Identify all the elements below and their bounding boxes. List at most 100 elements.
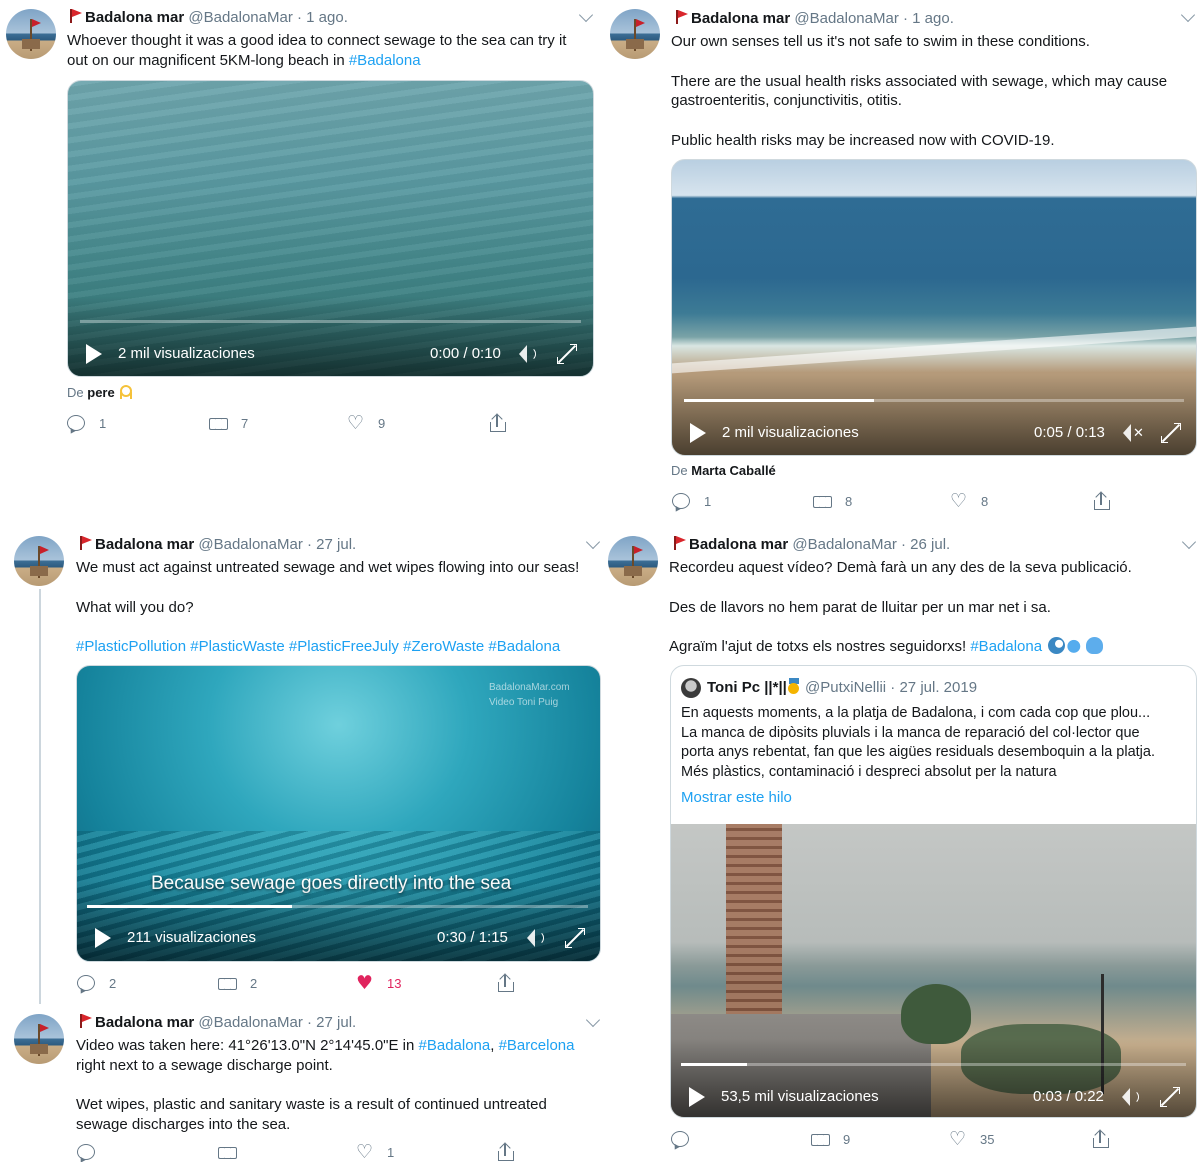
user-handle[interactable]: @BadalonaMar	[188, 9, 292, 26]
hashtag-link[interactable]: #Badalona	[349, 52, 421, 69]
share-button[interactable]	[496, 1142, 514, 1162]
tweet-text-line: Wet wipes, plastic and sanitary waste is…	[76, 1096, 547, 1114]
hashtag-link[interactable]: #PlasticPollution	[76, 638, 186, 655]
view-count: 211 visualizaciones	[127, 929, 256, 946]
avatar[interactable]	[14, 1014, 64, 1064]
tweet-text-fragment: out on our magnificent 5KM-long beach in	[67, 51, 349, 69]
retweet-button[interactable]: 2	[216, 973, 257, 993]
avatar[interactable]	[608, 536, 658, 586]
avatar[interactable]	[681, 678, 701, 698]
hashtag-link[interactable]: #PlasticWaste	[190, 638, 284, 655]
video-progress-bar[interactable]	[87, 905, 588, 908]
display-name[interactable]: Badalona mar	[95, 536, 194, 553]
volume-muted-icon[interactable]: ✕	[1119, 423, 1144, 443]
red-flag-icon	[69, 9, 82, 23]
video-player[interactable]: BadalonaMar.com Video Toni Puig Because …	[76, 665, 601, 962]
play-icon[interactable]	[86, 344, 102, 364]
display-name[interactable]: Badalona mar	[689, 536, 788, 553]
video-progress-bar[interactable]	[684, 399, 1184, 402]
like-button[interactable]: ♥ 13	[356, 973, 402, 993]
chevron-down-icon[interactable]	[585, 1012, 601, 1028]
retweet-button[interactable]: 7	[207, 413, 248, 433]
retweet-button[interactable]: 8	[811, 491, 852, 511]
user-handle[interactable]: @BadalonaMar	[794, 10, 898, 27]
timestamp[interactable]: 1 ago.	[912, 10, 954, 27]
tweet-text-fragment: Video was taken here: 41°26'13.0"N 2°14'…	[76, 1037, 419, 1054]
hashtag-link[interactable]: #ZeroWaste	[403, 638, 484, 655]
video-attribution: De pere	[67, 385, 132, 400]
avatar[interactable]	[6, 9, 56, 59]
video-progress-bar[interactable]	[681, 1063, 1186, 1066]
display-name[interactable]: Toni Pc ||*||	[707, 679, 787, 696]
display-name[interactable]: Badalona mar	[691, 10, 790, 27]
user-handle[interactable]: @BadalonaMar	[198, 536, 302, 553]
separator: ·	[901, 536, 906, 553]
attribution-name[interactable]: pere	[87, 385, 114, 400]
play-icon[interactable]	[690, 423, 706, 443]
video-time: 0:03 / 0:22	[1033, 1088, 1104, 1105]
chevron-down-icon[interactable]	[1181, 534, 1197, 550]
tweet-text-line: Video was taken here: 41°26'13.0"N 2°14'…	[76, 1036, 596, 1056]
tweet-text-line: out on our magnificent 5KM-long beach in…	[67, 51, 597, 71]
reply-button[interactable]: 1	[67, 413, 106, 433]
reply-button[interactable]: 1	[672, 491, 711, 511]
play-icon[interactable]	[95, 928, 111, 948]
video-progress-bar[interactable]	[80, 320, 581, 323]
share-button[interactable]	[1092, 491, 1110, 511]
reply-button[interactable]: 2	[77, 973, 116, 993]
avatar[interactable]	[14, 536, 64, 586]
chevron-down-icon[interactable]	[578, 7, 594, 23]
tweet-text-line: There are the usual health risks associa…	[671, 72, 1168, 90]
dolphin-icon	[1067, 637, 1085, 655]
hashtag-link[interactable]: #Badalona	[419, 1037, 491, 1054]
like-button[interactable]: ♡ 9	[347, 413, 385, 433]
fullscreen-icon[interactable]	[557, 344, 577, 364]
display-name[interactable]: Badalona mar	[95, 1014, 194, 1031]
user-handle[interactable]: @BadalonaMar	[198, 1014, 302, 1031]
like-button[interactable]: ♡ 35	[949, 1129, 995, 1149]
tweet-header: Badalona mar @BadalonaMar · 27 jul.	[79, 1013, 356, 1033]
tweet-text-line: What will you do?	[76, 598, 194, 616]
timestamp[interactable]: 27 jul.	[316, 536, 356, 553]
share-button[interactable]	[1091, 1129, 1109, 1149]
display-name[interactable]: Badalona mar	[85, 9, 184, 26]
play-icon[interactable]	[689, 1087, 705, 1107]
volume-icon[interactable]	[515, 344, 539, 364]
fullscreen-icon[interactable]	[1160, 1087, 1180, 1107]
volume-icon[interactable]	[1118, 1087, 1142, 1107]
quoted-tweet[interactable]: Toni Pc ||*|| @PutxiNellii · 27 jul. 201…	[670, 665, 1197, 1118]
reply-button[interactable]	[77, 1142, 109, 1162]
user-handle[interactable]: @PutxiNellii	[805, 679, 886, 696]
hashtag-link[interactable]: #Badalona	[970, 638, 1042, 655]
hashtag-link[interactable]: #Barcelona	[499, 1037, 575, 1054]
show-thread-link[interactable]: Mostrar este hilo	[681, 788, 792, 808]
fullscreen-icon[interactable]	[565, 928, 585, 948]
user-handle[interactable]: @BadalonaMar	[792, 536, 896, 553]
timestamp[interactable]: 27 jul. 2019	[899, 679, 977, 696]
chevron-down-icon[interactable]	[1180, 7, 1196, 23]
fullscreen-icon[interactable]	[1161, 423, 1181, 443]
like-button[interactable]: ♡ 8	[950, 491, 988, 511]
timestamp[interactable]: 1 ago.	[306, 9, 348, 26]
share-button[interactable]	[488, 413, 506, 433]
share-button[interactable]	[496, 973, 514, 993]
chevron-down-icon[interactable]	[585, 534, 601, 550]
timestamp[interactable]: 27 jul.	[316, 1014, 356, 1031]
like-count: 35	[980, 1131, 995, 1147]
retweet-button[interactable]: 9	[809, 1129, 850, 1149]
attribution-name[interactable]: Marta Caballé	[691, 463, 776, 478]
retweet-button[interactable]	[216, 1142, 250, 1162]
red-flag-icon	[79, 1014, 92, 1028]
share-icon	[496, 1142, 514, 1161]
timestamp[interactable]: 26 jul.	[910, 536, 950, 553]
reply-button[interactable]	[671, 1129, 703, 1149]
like-button[interactable]: ♡ 1	[356, 1142, 394, 1162]
retweet-count: 8	[845, 493, 853, 509]
avatar[interactable]	[610, 9, 660, 59]
hashtag-link[interactable]: #Badalona	[488, 638, 560, 655]
video-player[interactable]: 2 mil visualizaciones 0:05 / 0:13 ✕	[671, 159, 1197, 456]
volume-icon[interactable]	[523, 928, 547, 948]
video-player[interactable]: 53,5 mil visualizaciones 0:03 / 0:22	[671, 824, 1196, 1117]
video-player[interactable]: 2 mil visualizaciones 0:00 / 0:10	[67, 80, 594, 377]
hashtag-link[interactable]: #PlasticFreeJuly	[289, 638, 399, 655]
